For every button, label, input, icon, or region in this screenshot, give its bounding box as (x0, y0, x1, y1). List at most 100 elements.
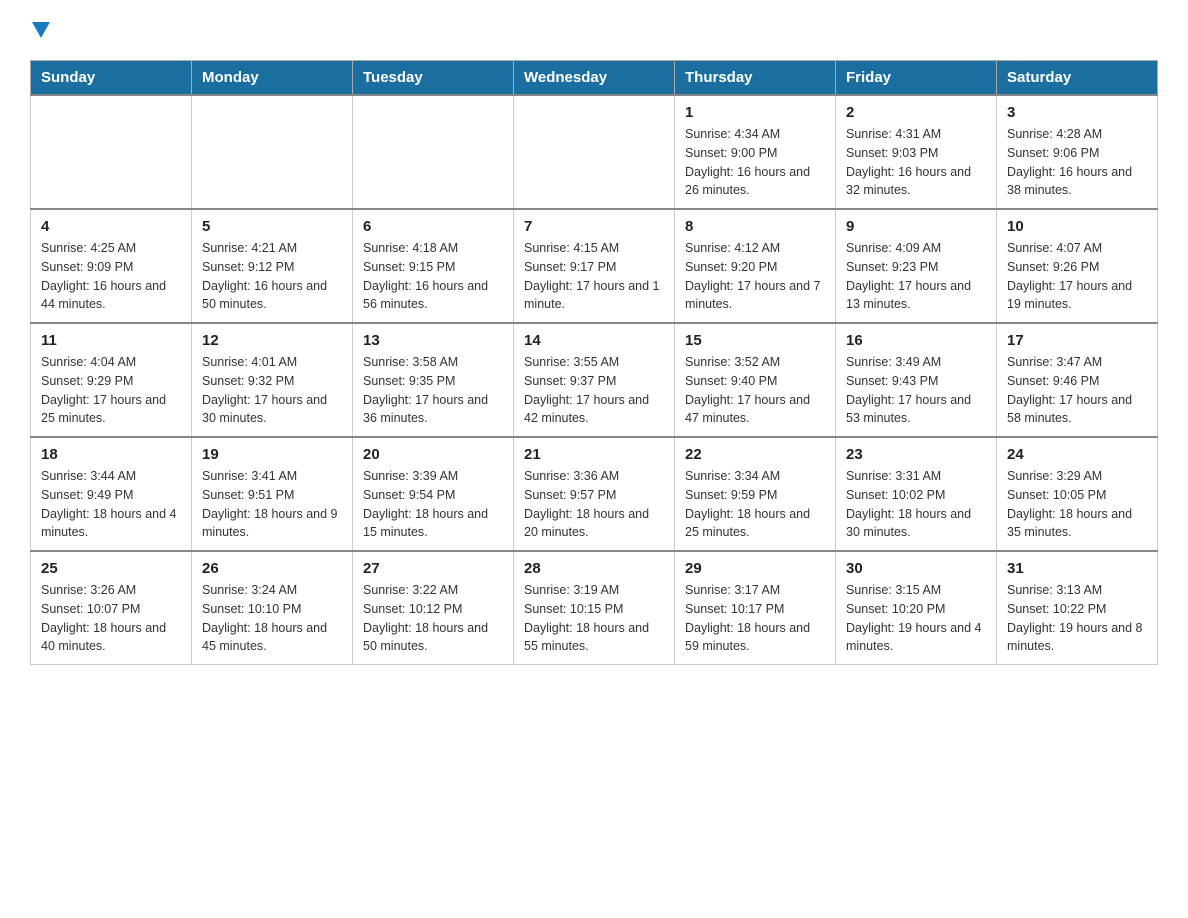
day-sun-info: Sunrise: 4:12 AM Sunset: 9:20 PM Dayligh… (685, 239, 825, 314)
calendar-cell: 16 Sunrise: 3:49 AM Sunset: 9:43 PM Dayli… (836, 323, 997, 437)
day-number: 15 (685, 332, 825, 349)
calendar-cell: 24 Sunrise: 3:29 AM Sunset: 10:05 PM Dayl… (997, 437, 1158, 551)
day-number: 1 (685, 104, 825, 121)
calendar-cell: 14 Sunrise: 3:55 AM Sunset: 9:37 PM Dayli… (514, 323, 675, 437)
day-sun-info: Sunrise: 3:49 AM Sunset: 9:43 PM Dayligh… (846, 353, 986, 428)
calendar-cell: 18 Sunrise: 3:44 AM Sunset: 9:49 PM Dayli… (31, 437, 192, 551)
calendar-cell: 25 Sunrise: 3:26 AM Sunset: 10:07 PM Dayl… (31, 551, 192, 665)
day-sun-info: Sunrise: 3:39 AM Sunset: 9:54 PM Dayligh… (363, 467, 503, 542)
calendar-cell: 12Sunrise: 4:01 AM Sunset: 9:32 PM Dayli… (192, 323, 353, 437)
day-sun-info: Sunrise: 4:04 AM Sunset: 9:29 PM Dayligh… (41, 353, 181, 428)
calendar-cell: 28 Sunrise: 3:19 AM Sunset: 10:15 PM Dayl… (514, 551, 675, 665)
calendar-cell: 9 Sunrise: 4:09 AM Sunset: 9:23 PM Daylig… (836, 209, 997, 323)
calendar-cell: 11 Sunrise: 4:04 AM Sunset: 9:29 PM Dayli… (31, 323, 192, 437)
page-header (30, 20, 1158, 40)
day-sun-info: Sunrise: 3:22 AM Sunset: 10:12 PM Daylig… (363, 581, 503, 656)
day-number: 6 (363, 218, 503, 235)
day-sun-info: Sunrise: 3:29 AM Sunset: 10:05 PM Daylig… (1007, 467, 1147, 542)
calendar-cell: 19 Sunrise: 3:41 AM Sunset: 9:51 PM Dayli… (192, 437, 353, 551)
calendar-cell: 29 Sunrise: 3:17 AM Sunset: 10:17 PM Dayl… (675, 551, 836, 665)
week-row: 18 Sunrise: 3:44 AM Sunset: 9:49 PM Dayli… (31, 437, 1158, 551)
calendar-cell: 1Sunrise: 4:34 AM Sunset: 9:00 PM Daylig… (675, 95, 836, 209)
logo (30, 20, 50, 40)
day-number: 4 (41, 218, 181, 235)
calendar-cell: 5 Sunrise: 4:21 AM Sunset: 9:12 PM Daylig… (192, 209, 353, 323)
day-number: 28 (524, 560, 664, 577)
day-number: 14 (524, 332, 664, 349)
day-number: 3 (1007, 104, 1147, 121)
week-row: 4Sunrise: 4:25 AM Sunset: 9:09 PM Daylig… (31, 209, 1158, 323)
day-sun-info: Sunrise: 3:47 AM Sunset: 9:46 PM Dayligh… (1007, 353, 1147, 428)
day-of-week-header: Sunday (31, 61, 192, 96)
week-row: 1Sunrise: 4:34 AM Sunset: 9:00 PM Daylig… (31, 95, 1158, 209)
day-number: 8 (685, 218, 825, 235)
day-sun-info: Sunrise: 3:55 AM Sunset: 9:37 PM Dayligh… (524, 353, 664, 428)
day-number: 19 (202, 446, 342, 463)
day-sun-info: Sunrise: 3:15 AM Sunset: 10:20 PM Daylig… (846, 581, 986, 656)
calendar-cell: 15Sunrise: 3:52 AM Sunset: 9:40 PM Dayli… (675, 323, 836, 437)
calendar-cell: 22Sunrise: 3:34 AM Sunset: 9:59 PM Dayli… (675, 437, 836, 551)
day-sun-info: Sunrise: 4:18 AM Sunset: 9:15 PM Dayligh… (363, 239, 503, 314)
day-sun-info: Sunrise: 3:19 AM Sunset: 10:15 PM Daylig… (524, 581, 664, 656)
day-sun-info: Sunrise: 3:58 AM Sunset: 9:35 PM Dayligh… (363, 353, 503, 428)
calendar-cell: 3Sunrise: 4:28 AM Sunset: 9:06 PM Daylig… (997, 95, 1158, 209)
calendar-cell: 2 Sunrise: 4:31 AM Sunset: 9:03 PM Daylig… (836, 95, 997, 209)
day-of-week-header: Tuesday (353, 61, 514, 96)
day-number: 9 (846, 218, 986, 235)
day-number: 29 (685, 560, 825, 577)
day-of-week-header: Friday (836, 61, 997, 96)
calendar-cell: 23Sunrise: 3:31 AM Sunset: 10:02 PM Dayl… (836, 437, 997, 551)
day-sun-info: Sunrise: 3:24 AM Sunset: 10:10 PM Daylig… (202, 581, 342, 656)
day-sun-info: Sunrise: 3:13 AM Sunset: 10:22 PM Daylig… (1007, 581, 1147, 656)
calendar-cell (514, 95, 675, 209)
day-sun-info: Sunrise: 3:36 AM Sunset: 9:57 PM Dayligh… (524, 467, 664, 542)
calendar-cell: 10 Sunrise: 4:07 AM Sunset: 9:26 PM Dayli… (997, 209, 1158, 323)
day-sun-info: Sunrise: 3:17 AM Sunset: 10:17 PM Daylig… (685, 581, 825, 656)
day-sun-info: Sunrise: 3:44 AM Sunset: 9:49 PM Dayligh… (41, 467, 181, 542)
day-number: 26 (202, 560, 342, 577)
day-of-week-header: Thursday (675, 61, 836, 96)
calendar-cell: 20 Sunrise: 3:39 AM Sunset: 9:54 PM Dayli… (353, 437, 514, 551)
day-number: 5 (202, 218, 342, 235)
logo-arrow-icon (32, 22, 50, 40)
day-sun-info: Sunrise: 4:09 AM Sunset: 9:23 PM Dayligh… (846, 239, 986, 314)
day-number: 10 (1007, 218, 1147, 235)
day-number: 2 (846, 104, 986, 121)
day-sun-info: Sunrise: 4:21 AM Sunset: 9:12 PM Dayligh… (202, 239, 342, 314)
day-number: 13 (363, 332, 503, 349)
day-sun-info: Sunrise: 3:41 AM Sunset: 9:51 PM Dayligh… (202, 467, 342, 542)
day-number: 11 (41, 332, 181, 349)
calendar-header-row: SundayMondayTuesdayWednesdayThursdayFrid… (31, 61, 1158, 96)
calendar-cell: 8 Sunrise: 4:12 AM Sunset: 9:20 PM Daylig… (675, 209, 836, 323)
calendar-cell: 6 Sunrise: 4:18 AM Sunset: 9:15 PM Daylig… (353, 209, 514, 323)
day-sun-info: Sunrise: 4:15 AM Sunset: 9:17 PM Dayligh… (524, 239, 664, 314)
calendar-cell: 17 Sunrise: 3:47 AM Sunset: 9:46 PM Dayli… (997, 323, 1158, 437)
day-sun-info: Sunrise: 4:07 AM Sunset: 9:26 PM Dayligh… (1007, 239, 1147, 314)
day-of-week-header: Wednesday (514, 61, 675, 96)
day-sun-info: Sunrise: 4:31 AM Sunset: 9:03 PM Dayligh… (846, 125, 986, 200)
calendar-cell: 27Sunrise: 3:22 AM Sunset: 10:12 PM Dayl… (353, 551, 514, 665)
calendar-cell (353, 95, 514, 209)
day-number: 17 (1007, 332, 1147, 349)
week-row: 11 Sunrise: 4:04 AM Sunset: 9:29 PM Dayli… (31, 323, 1158, 437)
day-number: 24 (1007, 446, 1147, 463)
calendar-cell: 4Sunrise: 4:25 AM Sunset: 9:09 PM Daylig… (31, 209, 192, 323)
day-of-week-header: Monday (192, 61, 353, 96)
day-number: 30 (846, 560, 986, 577)
calendar-cell (31, 95, 192, 209)
day-number: 7 (524, 218, 664, 235)
day-sun-info: Sunrise: 3:26 AM Sunset: 10:07 PM Daylig… (41, 581, 181, 656)
calendar-cell (192, 95, 353, 209)
day-number: 25 (41, 560, 181, 577)
day-number: 16 (846, 332, 986, 349)
calendar-cell: 13 Sunrise: 3:58 AM Sunset: 9:35 PM Dayli… (353, 323, 514, 437)
day-number: 20 (363, 446, 503, 463)
day-sun-info: Sunrise: 4:01 AM Sunset: 9:32 PM Dayligh… (202, 353, 342, 428)
day-sun-info: Sunrise: 3:34 AM Sunset: 9:59 PM Dayligh… (685, 467, 825, 542)
day-number: 23 (846, 446, 986, 463)
calendar-table: SundayMondayTuesdayWednesdayThursdayFrid… (30, 60, 1158, 665)
calendar-cell: 30 Sunrise: 3:15 AM Sunset: 10:20 PM Dayl… (836, 551, 997, 665)
day-of-week-header: Saturday (997, 61, 1158, 96)
day-number: 18 (41, 446, 181, 463)
day-number: 31 (1007, 560, 1147, 577)
